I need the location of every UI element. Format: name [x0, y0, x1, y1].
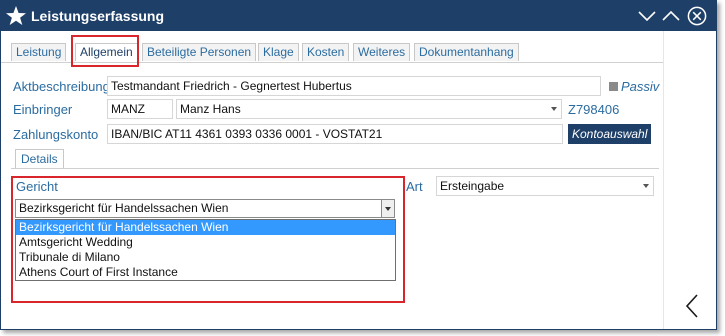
- aktbeschreibung-label: Aktbeschreibung: [13, 79, 110, 94]
- title-bar: Leistungserfassung: [1, 1, 716, 31]
- zahlungskonto-field[interactable]: IBAN/BIC AT11 4361 0393 0336 0001 - VOST…: [107, 124, 563, 144]
- tab-weiteres[interactable]: Weiteres: [353, 43, 411, 61]
- art-label: Art: [406, 179, 423, 194]
- gericht-option[interactable]: Bezirksgericht für Handelssachen Wien: [16, 220, 395, 235]
- main-content: Leistung Allgemein Beteiligte Personen K…: [1, 31, 663, 329]
- gericht-selected-value: Bezirksgericht für Handelssachen Wien: [19, 201, 229, 215]
- art-value: Ersteingabe: [440, 179, 505, 193]
- gericht-label: Gericht: [16, 179, 58, 194]
- einbringer-id-link[interactable]: Z798406: [568, 102, 619, 117]
- leistungserfassung-window: Leistungserfassung Leistung Allgemein Be…: [0, 0, 717, 330]
- gericht-option[interactable]: Amtsgericht Wedding: [16, 235, 395, 250]
- gericht-option[interactable]: Athens Court of First Instance: [16, 265, 395, 280]
- back-arrow-icon[interactable]: [684, 293, 700, 319]
- einbringer-name-value: Manz Hans: [180, 102, 241, 116]
- einbringer-code-field[interactable]: MANZ: [107, 99, 173, 119]
- aktbeschreibung-field[interactable]: Testmandant Friedrich - Gegnertest Huber…: [107, 76, 601, 96]
- art-select[interactable]: Ersteingabe: [436, 176, 654, 196]
- einbringer-name-select[interactable]: Manz Hans: [176, 99, 562, 119]
- passiv-checkbox[interactable]: [609, 82, 618, 91]
- chevron-down-icon: [643, 184, 649, 188]
- kontoauswahl-button[interactable]: Kontoauswahl: [568, 124, 652, 144]
- minimize-chevron-icon[interactable]: [637, 6, 657, 26]
- chevron-down-icon[interactable]: [381, 200, 394, 217]
- right-side-panel: [663, 31, 716, 329]
- tab-klage[interactable]: Klage: [258, 43, 299, 61]
- chevron-down-icon: [551, 107, 557, 111]
- subtab-divider: [11, 168, 659, 169]
- maximize-chevron-icon[interactable]: [661, 6, 681, 26]
- tab-dokumentanhang[interactable]: Dokumentanhang: [414, 43, 519, 61]
- zahlungskonto-label: Zahlungskonto: [13, 127, 99, 142]
- star-icon: [6, 6, 26, 25]
- tab-kosten[interactable]: Kosten: [302, 43, 350, 61]
- window-title: Leistungserfassung: [31, 8, 165, 24]
- gericht-options-list: Bezirksgericht für Handelssachen Wien Am…: [15, 219, 396, 281]
- close-icon[interactable]: [687, 6, 707, 26]
- einbringer-label: Einbringer: [13, 102, 73, 117]
- gericht-select[interactable]: Bezirksgericht für Handelssachen Wien: [15, 199, 395, 218]
- passiv-label[interactable]: Passiv: [621, 79, 659, 94]
- gericht-option[interactable]: Tribunale di Milano: [16, 250, 395, 265]
- tab-leistung[interactable]: Leistung: [11, 43, 67, 61]
- main-tab-bar: Leistung Allgemein Beteiligte Personen K…: [1, 37, 663, 63]
- tab-beteiligte-personen[interactable]: Beteiligte Personen: [142, 43, 257, 61]
- subtab-details[interactable]: Details: [15, 149, 64, 169]
- tab-allgemein[interactable]: Allgemein: [75, 43, 138, 61]
